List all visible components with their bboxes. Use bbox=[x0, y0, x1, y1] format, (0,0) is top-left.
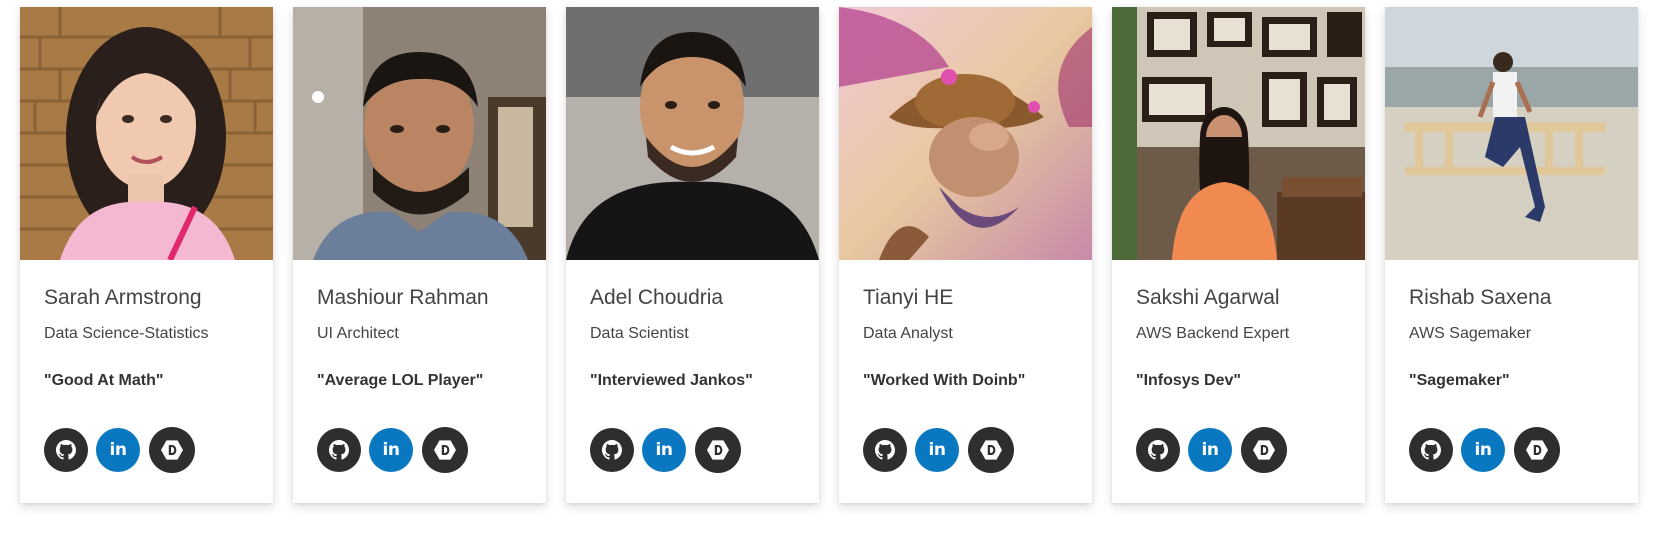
devpost-button[interactable] bbox=[422, 427, 468, 473]
devpost-button[interactable] bbox=[968, 427, 1014, 473]
portrait-photo bbox=[1385, 7, 1638, 260]
member-name: Sarah Armstrong bbox=[44, 286, 202, 309]
member-photo bbox=[1112, 7, 1365, 260]
social-links: in bbox=[590, 427, 741, 473]
linkedin-button[interactable]: in bbox=[1461, 428, 1505, 472]
devpost-icon bbox=[980, 440, 1002, 460]
github-button[interactable] bbox=[590, 428, 634, 472]
member-role: UI Architect bbox=[317, 325, 399, 342]
member-name: Adel Choudria bbox=[590, 286, 724, 309]
devpost-icon bbox=[1253, 440, 1275, 460]
member-quote: "Worked With Doinb" bbox=[863, 372, 1026, 389]
portrait-photo bbox=[293, 7, 546, 260]
github-icon bbox=[1421, 440, 1441, 460]
member-role: Data Scientist bbox=[590, 325, 689, 342]
linkedin-button[interactable]: in bbox=[915, 428, 959, 472]
team-card: Sarah Armstrong Data Science-Statistics … bbox=[20, 7, 273, 503]
github-button[interactable] bbox=[1136, 428, 1180, 472]
social-links: in bbox=[317, 427, 468, 473]
member-quote: "Interviewed Jankos" bbox=[590, 372, 753, 389]
linkedin-icon: in bbox=[1201, 440, 1219, 460]
member-name: Sakshi Agarwal bbox=[1136, 286, 1280, 309]
game-character-artwork bbox=[839, 7, 1092, 260]
devpost-button[interactable] bbox=[149, 427, 195, 473]
portrait-photo bbox=[1112, 7, 1365, 260]
linkedin-icon: in bbox=[109, 440, 127, 460]
github-button[interactable] bbox=[1409, 428, 1453, 472]
member-role: AWS Backend Expert bbox=[1136, 325, 1290, 342]
devpost-icon bbox=[434, 440, 456, 460]
devpost-icon bbox=[161, 440, 183, 460]
team-card: Mashiour Rahman UI Architect "Average LO… bbox=[293, 7, 546, 503]
member-role: Data Analyst bbox=[863, 325, 953, 342]
member-quote: "Infosys Dev" bbox=[1136, 372, 1241, 389]
member-photo bbox=[293, 7, 546, 260]
devpost-icon bbox=[1526, 440, 1548, 460]
linkedin-icon: in bbox=[1474, 440, 1492, 460]
github-button[interactable] bbox=[317, 428, 361, 472]
social-links: in bbox=[863, 427, 1014, 473]
social-links: in bbox=[44, 427, 195, 473]
github-button[interactable] bbox=[863, 428, 907, 472]
github-icon bbox=[56, 440, 76, 460]
member-photo bbox=[839, 7, 1092, 260]
github-button[interactable] bbox=[44, 428, 88, 472]
linkedin-icon: in bbox=[928, 440, 946, 460]
linkedin-icon: in bbox=[382, 440, 400, 460]
linkedin-button[interactable]: in bbox=[642, 428, 686, 472]
linkedin-button[interactable]: in bbox=[1188, 428, 1232, 472]
devpost-button[interactable] bbox=[1241, 427, 1287, 473]
github-icon bbox=[1148, 440, 1168, 460]
social-links: in bbox=[1136, 427, 1287, 473]
member-photo bbox=[20, 7, 273, 260]
devpost-button[interactable] bbox=[695, 427, 741, 473]
member-role: Data Science-Statistics bbox=[44, 325, 209, 342]
portrait-photo bbox=[20, 7, 273, 260]
portrait-photo bbox=[566, 7, 819, 260]
team-card: Tianyi HE Data Analyst "Worked With Doin… bbox=[839, 7, 1092, 503]
team-grid: Sarah Armstrong Data Science-Statistics … bbox=[20, 7, 1638, 503]
team-card: Adel Choudria Data Scientist "Interviewe… bbox=[566, 7, 819, 503]
devpost-button[interactable] bbox=[1514, 427, 1560, 473]
team-card: Sakshi Agarwal AWS Backend Expert "Infos… bbox=[1112, 7, 1365, 503]
member-name: Rishab Saxena bbox=[1409, 286, 1552, 309]
github-icon bbox=[875, 440, 895, 460]
member-quote: "Good At Math" bbox=[44, 372, 164, 389]
linkedin-button[interactable]: in bbox=[369, 428, 413, 472]
member-photo bbox=[1385, 7, 1638, 260]
github-icon bbox=[602, 440, 622, 460]
member-quote: "Average LOL Player" bbox=[317, 372, 484, 389]
member-photo bbox=[566, 7, 819, 260]
member-name: Mashiour Rahman bbox=[317, 286, 489, 309]
social-links: in bbox=[1409, 427, 1560, 473]
member-name: Tianyi HE bbox=[863, 286, 954, 309]
member-role: AWS Sagemaker bbox=[1409, 325, 1532, 342]
devpost-icon bbox=[707, 440, 729, 460]
member-quote: "Sagemaker" bbox=[1409, 372, 1510, 389]
linkedin-icon: in bbox=[655, 440, 673, 460]
linkedin-button[interactable]: in bbox=[96, 428, 140, 472]
team-card: Rishab Saxena AWS Sagemaker "Sagemaker" … bbox=[1385, 7, 1638, 503]
github-icon bbox=[329, 440, 349, 460]
